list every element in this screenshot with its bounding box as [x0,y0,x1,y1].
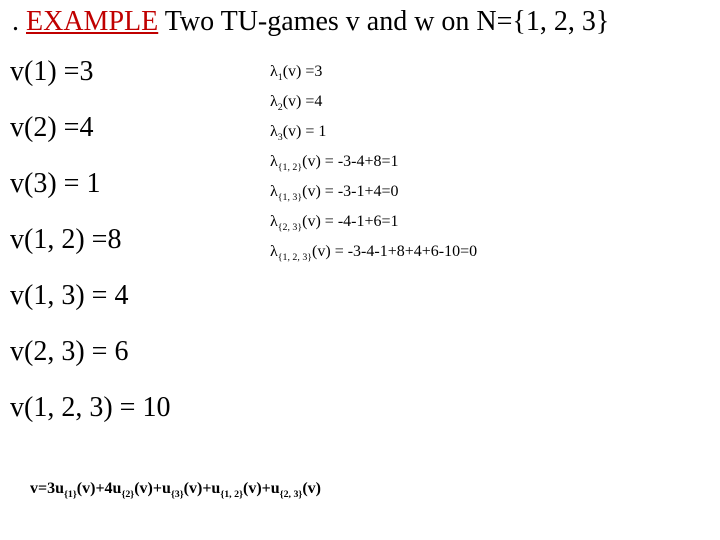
lambda-23: λ{2, 3}(v) = -4-1+6=1 [270,214,477,230]
v12: v(1, 2) =8 [10,226,170,254]
v1: v(1) =3 [10,58,170,86]
unanimity-decomposition: v=3u{1}(v)+4u{2}(v)+u{3}(v)+u{1, 2}(v)+u… [30,480,321,498]
v13: v(1, 3) = 4 [10,282,170,310]
lambda-2: λ2(v) =4 [270,94,477,110]
v2: v(2) =4 [10,114,170,142]
title-rest: Two TU-games v and w on N={1, 2, 3} [158,6,609,37]
slide-title: . EXAMPLE Two TU-games v and w on N={1, … [12,6,609,38]
v23: v(2, 3) = 6 [10,338,170,366]
v3: v(3) = 1 [10,170,170,198]
title-example: EXAMPLE [26,6,158,37]
lambda-13: λ{1, 3}(v) = -3-1+4=0 [270,184,477,200]
coalition-values: v(1) =3 v(2) =4 v(3) = 1 v(1, 2) =8 v(1,… [10,58,170,450]
lambda-1: λ1(v) =3 [270,64,477,80]
lambda-12: λ{1, 2}(v) = -3-4+8=1 [270,154,477,170]
lambda-123: λ{1, 2, 3}(v) = -3-4-1+8+4+6-10=0 [270,244,477,260]
lambda-3: λ3(v) = 1 [270,124,477,140]
title-dot: . [12,6,26,37]
v123: v(1, 2, 3) = 10 [10,394,170,422]
harsanyi-dividends: λ1(v) =3 λ2(v) =4 λ3(v) = 1 λ{1, 2}(v) =… [270,64,477,274]
